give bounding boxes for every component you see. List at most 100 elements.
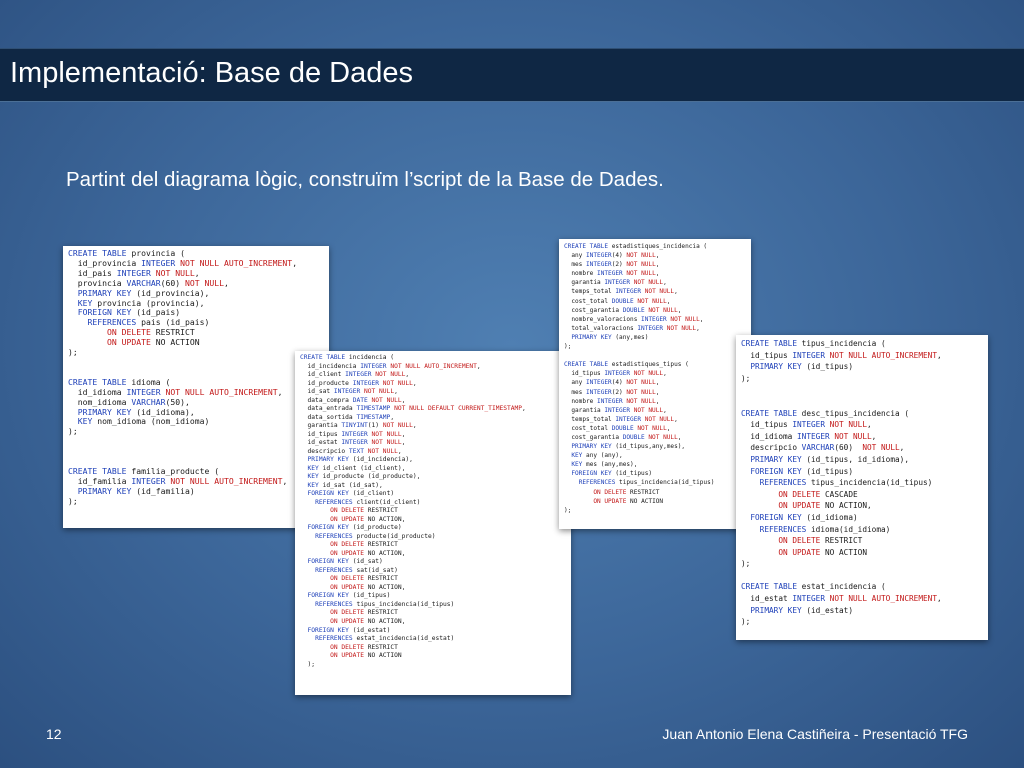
code-line: ); (68, 495, 78, 506)
code-line: ON DELETE RESTRICT (330, 507, 398, 515)
code-line: ON DELETE RESTRICT (330, 643, 398, 651)
code-snippet-estadistiques: CREATE TABLE estadistiques_incidencia ( … (559, 239, 751, 529)
code-line: cost_garantia DOUBLE NOT NULL, (564, 433, 682, 441)
code-line: PRIMARY KEY (id_tipus, id_idioma), (750, 454, 909, 464)
code-line: REFERENCES tipus_incidencia(id_tipus) (578, 479, 715, 487)
code-line: id_tipus INTEGER NOT NULL, (564, 370, 667, 378)
code-line: id_producte INTEGER NOT NULL, (300, 379, 417, 387)
code-line: ); (564, 343, 572, 351)
code-line: cost_total DOUBLE NOT NULL, (564, 424, 671, 432)
code-line: id_estat INTEGER NOT NULL, (300, 439, 406, 447)
code-line: FOREIGN KEY (id_idioma) (750, 512, 858, 522)
code-line: data_compra DATE NOT NULL, (300, 396, 406, 404)
code-line: nombre_valoracions INTEGER NOT NULL, (564, 315, 704, 323)
code-line: REFERENCES tipus_incidencia(id_tipus) (759, 478, 933, 488)
code-line: garantia INTEGER NOT NULL, (564, 279, 667, 287)
code-line: mes INTEGER(2) NOT NULL, (564, 261, 660, 269)
code-line: id_estat INTEGER NOT NULL AUTO_INCREMENT… (741, 594, 942, 604)
code-line: ​ (68, 358, 329, 368)
code-line: ON UPDATE NO ACTION, (330, 583, 406, 591)
code-snippet-incidencia: CREATE TABLE incidencia ( id_incidencia … (295, 351, 571, 695)
code-line: ​ (68, 447, 329, 457)
code-line: ​ (564, 351, 751, 360)
code-line: ​ (300, 669, 571, 678)
code-line: ON DELETE RESTRICT (593, 488, 660, 496)
code-snippet-tipus-estat: CREATE TABLE tipus_incidencia ( id_tipus… (736, 335, 988, 640)
code-line: FOREIGN KEY (id_tipus) (571, 470, 653, 478)
code-line: ON UPDATE NO ACTION, (330, 617, 406, 625)
code-line: FOREIGN KEY (id_tipus) (307, 592, 391, 600)
code-line: total_valoracions INTEGER NOT NULL, (564, 324, 700, 332)
code-line: ON DELETE RESTRICT (330, 609, 398, 617)
code-line: KEY id_sat (id_sat), (307, 481, 383, 489)
code-line: ​ (68, 437, 329, 447)
footer-author: Juan Antonio Elena Castiñeira - Presenta… (662, 726, 968, 742)
code-line: ON UPDATE NO ACTION (330, 652, 402, 660)
code-line: ON UPDATE NO ACTION, (330, 515, 406, 523)
code-line: cost_garantia DOUBLE NOT NULL, (564, 306, 682, 314)
code-line: ON DELETE RESTRICT (330, 541, 398, 549)
code-line: CREATE TABLE desc_tipus_incidencia ( (741, 408, 909, 418)
code-line: any INTEGER(4) NOT NULL, (564, 252, 660, 260)
code-line: data_sortida TIMESTAMP, (300, 413, 395, 421)
code-line: ​ (741, 396, 988, 408)
code-line: descripcio TEXT NOT NULL, (300, 447, 402, 455)
code-line: CREATE TABLE estat_incidencia ( (741, 582, 886, 592)
code-line: REFERENCES estat_incidencia(id_estat) (315, 635, 455, 643)
code-line: KEY any (any), (571, 452, 623, 460)
code-line: FOREIGN KEY (id_client) (307, 490, 395, 498)
code-line: KEY mes (any,mes), (571, 461, 638, 469)
code-line: ); (741, 617, 751, 627)
slide-title: Implementació: Base de Dades (10, 57, 413, 89)
code-line: ​ (741, 384, 988, 396)
code-snippet-provincia: CREATE TABLE provincia ( id_provincia IN… (63, 246, 329, 528)
code-line: PRIMARY KEY (id_estat) (750, 605, 853, 615)
code-line: PRIMARY KEY (id_tipus) (750, 362, 853, 372)
code-line: REFERENCES idioma(id_idioma) (759, 524, 891, 534)
code-line: CREATE TABLE estadistiques_incidencia ( (564, 243, 708, 250)
code-line: ON DELETE RESTRICT (330, 575, 398, 583)
code-line: ); (741, 559, 751, 569)
code-line: nombre INTEGER NOT NULL, (564, 270, 660, 278)
code-line: ON UPDATE NO ACTION (593, 497, 664, 505)
code-line: PRIMARY KEY (id_familia) (77, 485, 195, 496)
code-line: data_entrada TIMESTAMP NOT NULL DEFAULT … (300, 405, 526, 413)
code-line: ​ (741, 570, 988, 582)
code-line: REFERENCES tipus_incidencia(id_tipus) (315, 600, 455, 608)
code-line: descripcio VARCHAR(60) NOT NULL, (741, 443, 905, 453)
code-line: ); (68, 426, 78, 437)
slide-subtitle: Partint del diagrama lògic, construïm l’… (66, 168, 664, 191)
code-line: nombre INTEGER NOT NULL, (564, 397, 660, 405)
code-line: temps_total INTEGER NOT NULL, (564, 288, 678, 296)
code-line: PRIMARY KEY (any,mes) (571, 333, 649, 341)
code-line: id_sat INTEGER NOT NULL, (300, 388, 398, 396)
code-line: id_tipus INTEGER NOT NULL, (741, 420, 872, 430)
code-line: any INTEGER(4) NOT NULL, (564, 379, 660, 387)
code-line: id_incidencia INTEGER NOT NULL AUTO_INCR… (300, 362, 481, 370)
code-line: FOREIGN KEY (id_producte) (307, 524, 402, 532)
code-line: id_tipus INTEGER NOT NULL, (300, 430, 406, 438)
code-line: CREATE TABLE estadistiques_tipus ( (564, 361, 689, 369)
code-line: id_client INTEGER NOT NULL, (300, 371, 410, 379)
code-line: ); (300, 660, 316, 668)
code-line: KEY id_client (id_client), (307, 464, 406, 472)
code-line: FOREIGN KEY (id_sat) (307, 558, 383, 566)
code-line: CREATE TABLE tipus_incidencia ( (741, 339, 886, 348)
code-line: id_tipus INTEGER NOT NULL AUTO_INCREMENT… (741, 350, 942, 360)
code-line: cost_total DOUBLE NOT NULL, (564, 297, 671, 305)
code-line: PRIMARY KEY (id_incidencia), (307, 456, 413, 464)
code-line: KEY nom_idioma (nom_idioma) (77, 416, 210, 427)
code-block: CREATE TABLE provincia ( id_provincia IN… (63, 246, 329, 507)
code-line: ); (564, 506, 572, 514)
code-line: ON UPDATE NO ACTION (106, 337, 200, 348)
code-line: FOREIGN KEY (id_estat) (307, 626, 391, 634)
code-line: REFERENCES sat(id_sat) (315, 566, 398, 574)
code-line: ON UPDATE NO ACTION (778, 547, 867, 557)
code-block: CREATE TABLE tipus_incidencia ( id_tipus… (736, 335, 988, 628)
slide-number: 12 (46, 726, 62, 742)
code-line: ON UPDATE NO ACTION, (778, 501, 872, 511)
code-line: REFERENCES producte(id_producte) (315, 532, 436, 540)
code-line: PRIMARY KEY (id_tipus,any,mes), (571, 443, 686, 451)
code-line: id_idioma INTEGER NOT NULL, (741, 431, 877, 441)
code-line: mes INTEGER(2) NOT NULL, (564, 388, 660, 396)
